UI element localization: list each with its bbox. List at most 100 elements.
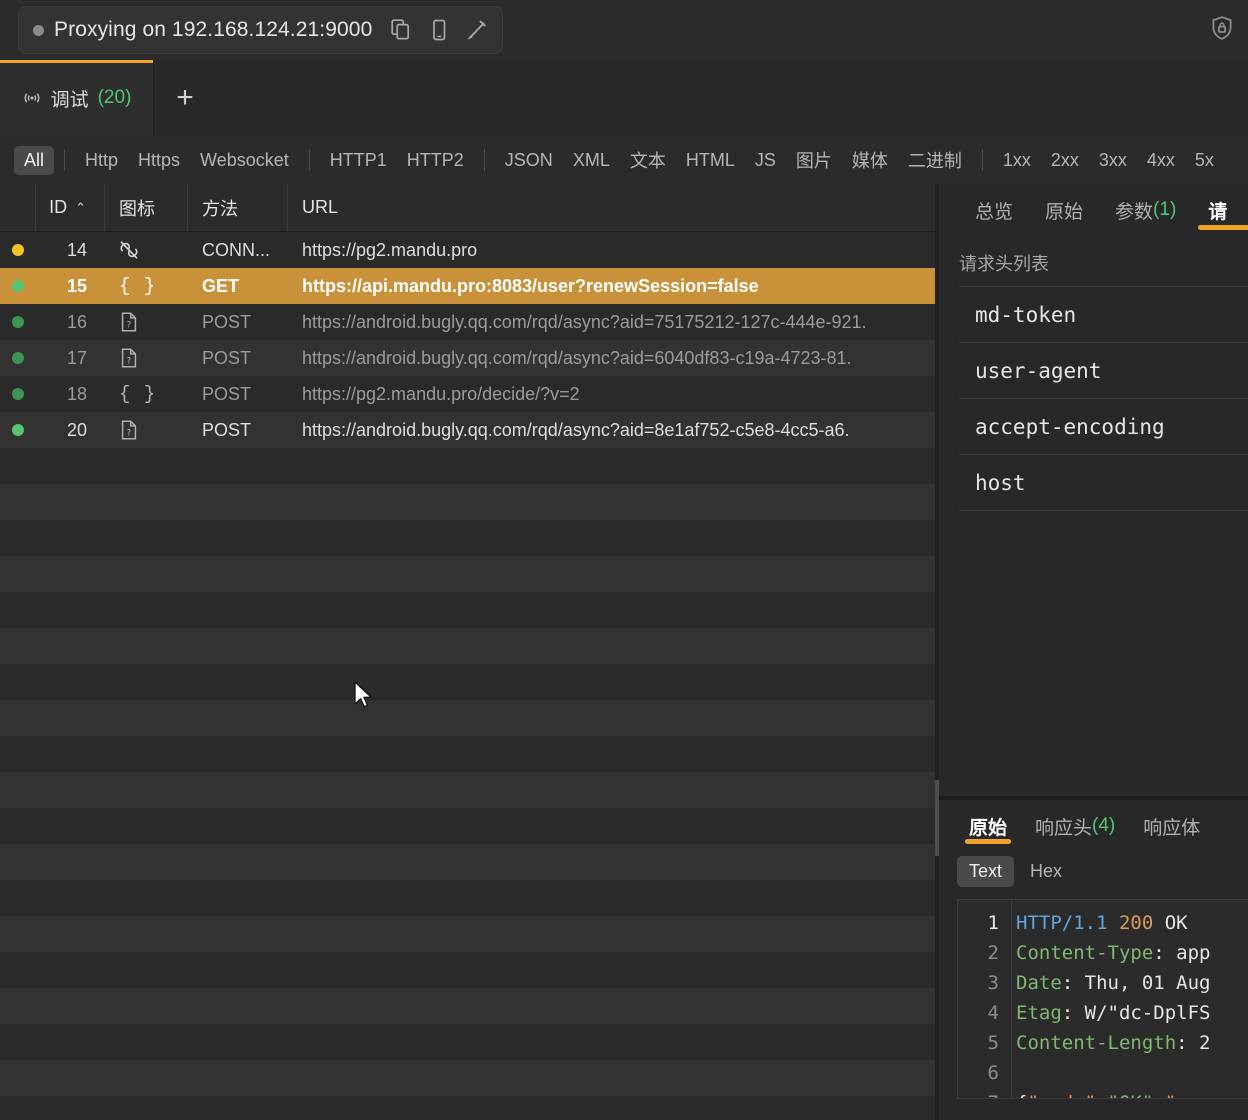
status-dot-icon bbox=[12, 316, 24, 328]
filter-媒体[interactable]: 媒体 bbox=[842, 143, 898, 177]
column-header-method[interactable]: 方法 bbox=[188, 184, 288, 231]
code-content[interactable]: HTTP/1.1 200 OK Content-Type: app Date: Th… bbox=[1012, 900, 1248, 1098]
column-header-icon[interactable]: 图标 bbox=[105, 184, 188, 231]
filter-5x[interactable]: 5x bbox=[1185, 146, 1224, 175]
table-row[interactable]: 20? POST https://android.bugly.qq.com/rqd/… bbox=[0, 412, 935, 448]
request-tab-0[interactable]: 总览 bbox=[959, 184, 1029, 236]
code-token: : W/"dc-DplFS bbox=[1061, 1002, 1211, 1024]
tab-debug[interactable]: 调试 (20) bbox=[0, 60, 154, 136]
filter-all[interactable]: All bbox=[14, 145, 55, 175]
svg-text:?: ? bbox=[127, 427, 131, 437]
empty-row bbox=[0, 916, 935, 952]
filter-bar: All Http Https Websocket HTTP1 HTTP2 JSON XML 文本… bbox=[0, 136, 1248, 184]
status-dot-icon bbox=[12, 388, 24, 400]
table-row[interactable]: 14 CONN... https://pg2.mandu.pro bbox=[0, 232, 935, 268]
row-type-icon-cell: ? bbox=[105, 304, 188, 340]
code-token: "OK" bbox=[1108, 1092, 1154, 1098]
row-type-icon-cell: { } bbox=[105, 376, 188, 412]
filter-xml[interactable]: XML bbox=[563, 146, 620, 175]
filter-3xx[interactable]: 3xx bbox=[1089, 146, 1137, 175]
empty-row bbox=[0, 1060, 935, 1096]
add-tab-button[interactable]: + bbox=[154, 60, 216, 136]
empty-row bbox=[0, 988, 935, 1024]
column-header-id-label: ID bbox=[49, 197, 68, 217]
filter-文本[interactable]: 文本 bbox=[620, 143, 676, 177]
response-tab-0[interactable]: 原始 bbox=[955, 800, 1021, 852]
code-token: 200 bbox=[1118, 912, 1154, 934]
row-method-cell: POST bbox=[202, 383, 252, 404]
table-row[interactable]: 16? POST https://android.bugly.qq.com/rqd/… bbox=[0, 304, 935, 340]
empty-row bbox=[0, 880, 935, 916]
request-header-row[interactable]: user-agent bbox=[959, 343, 1248, 399]
filter-http1[interactable]: HTTP1 bbox=[320, 146, 397, 175]
title-bar: Proxying on 192.168.124.21:9000 bbox=[0, 0, 1248, 60]
code-token: Etag bbox=[1016, 1002, 1062, 1024]
row-status-cell bbox=[0, 304, 36, 340]
filter-4xx[interactable]: 4xx bbox=[1137, 146, 1185, 175]
security-shield-button[interactable] bbox=[1204, 14, 1240, 46]
request-header-row[interactable]: md-token bbox=[959, 287, 1248, 343]
filter-html[interactable]: HTML bbox=[676, 146, 745, 175]
code-token: { bbox=[1016, 1092, 1027, 1098]
empty-row bbox=[0, 1024, 935, 1060]
request-tab-label: 参数 bbox=[1115, 201, 1154, 223]
request-header-row[interactable]: host bbox=[959, 455, 1248, 511]
empty-row bbox=[0, 808, 935, 844]
segment-hex[interactable]: Hex bbox=[1018, 856, 1074, 887]
json-braces-icon: { } bbox=[119, 275, 157, 297]
table-row[interactable]: 17? POST https://android.bugly.qq.com/rqd/… bbox=[0, 340, 935, 376]
filter-二进制[interactable]: 二进制 bbox=[898, 143, 972, 177]
table-row[interactable]: 15 { } GET https://api.mandu.pro:8083/user?… bbox=[0, 268, 935, 304]
proxy-status-pill[interactable]: Proxying on 192.168.124.21:9000 bbox=[18, 6, 504, 54]
response-tab-2[interactable]: 响应体 bbox=[1129, 800, 1214, 852]
row-id-cell: 18 bbox=[66, 383, 87, 404]
status-dot-icon bbox=[12, 352, 24, 364]
table-row[interactable]: 18 { } POST https://pg2.mandu.pro/decide/?v… bbox=[0, 376, 935, 412]
row-url-cell: https://pg2.mandu.pro bbox=[302, 239, 478, 260]
unknown-doc-icon: ? bbox=[119, 311, 139, 333]
filter-separator bbox=[64, 149, 66, 171]
pencil-icon[interactable] bbox=[466, 18, 488, 42]
request-tab-label: 原始 bbox=[1045, 201, 1084, 223]
filter-图片[interactable]: 图片 bbox=[786, 143, 842, 177]
empty-row bbox=[0, 628, 935, 664]
code-token: "code" bbox=[1027, 1092, 1096, 1098]
filter-http2[interactable]: HTTP2 bbox=[397, 146, 474, 175]
filter-js[interactable]: JS bbox=[745, 146, 786, 175]
request-tab-3[interactable]: 请 bbox=[1192, 184, 1248, 236]
request-header-row[interactable]: accept-encoding bbox=[959, 399, 1248, 455]
filter-1xx[interactable]: 1xx bbox=[993, 146, 1041, 175]
empty-row bbox=[0, 844, 935, 880]
code-token: : 2 bbox=[1176, 1032, 1211, 1054]
row-type-icon-cell bbox=[105, 232, 188, 268]
response-detail-tabs: 原始 响应头 (4) 响应体 bbox=[939, 800, 1248, 852]
filter-http[interactable]: Http bbox=[75, 146, 128, 175]
status-dot-icon bbox=[12, 244, 24, 256]
empty-row bbox=[0, 700, 935, 736]
column-header-url[interactable]: URL bbox=[288, 184, 935, 231]
phone-icon[interactable] bbox=[428, 18, 450, 42]
unknown-doc-icon: ? bbox=[119, 419, 139, 441]
empty-rows bbox=[0, 448, 935, 1120]
segment-text[interactable]: Text bbox=[957, 856, 1015, 887]
svg-text:?: ? bbox=[127, 355, 131, 365]
response-detail-pane: 原始响应头(4)响应体 TextHex 1234567 HTTP/1.1 200… bbox=[939, 800, 1248, 1120]
copy-icon[interactable] bbox=[390, 18, 412, 42]
response-tab-1[interactable]: 响应头 (4) bbox=[1021, 800, 1129, 852]
filter-json[interactable]: JSON bbox=[495, 146, 563, 175]
proxy-status-text: Proxying on 192.168.124.21:9000 bbox=[54, 18, 373, 41]
request-tab-1[interactable]: 原始 bbox=[1029, 184, 1099, 236]
empty-row bbox=[0, 664, 935, 700]
empty-row bbox=[0, 556, 935, 592]
request-tab-label: 请 bbox=[1208, 201, 1228, 223]
column-header-id[interactable]: ID ⌃ bbox=[36, 184, 105, 231]
tab-debug-label: 调试 bbox=[50, 89, 89, 111]
row-id-cell: 20 bbox=[66, 419, 87, 440]
response-raw-codeview[interactable]: 1234567 HTTP/1.1 200 OKContent-Type: app… bbox=[957, 899, 1248, 1099]
row-method-cell: POST bbox=[202, 347, 252, 368]
request-tab-2[interactable]: 参数 (1) bbox=[1099, 184, 1192, 236]
code-line: Content-Length: 2 bbox=[1012, 1028, 1248, 1058]
filter-2xx[interactable]: 2xx bbox=[1041, 146, 1089, 175]
filter-websocket[interactable]: Websocket bbox=[190, 146, 299, 175]
filter-https[interactable]: Https bbox=[128, 146, 190, 175]
